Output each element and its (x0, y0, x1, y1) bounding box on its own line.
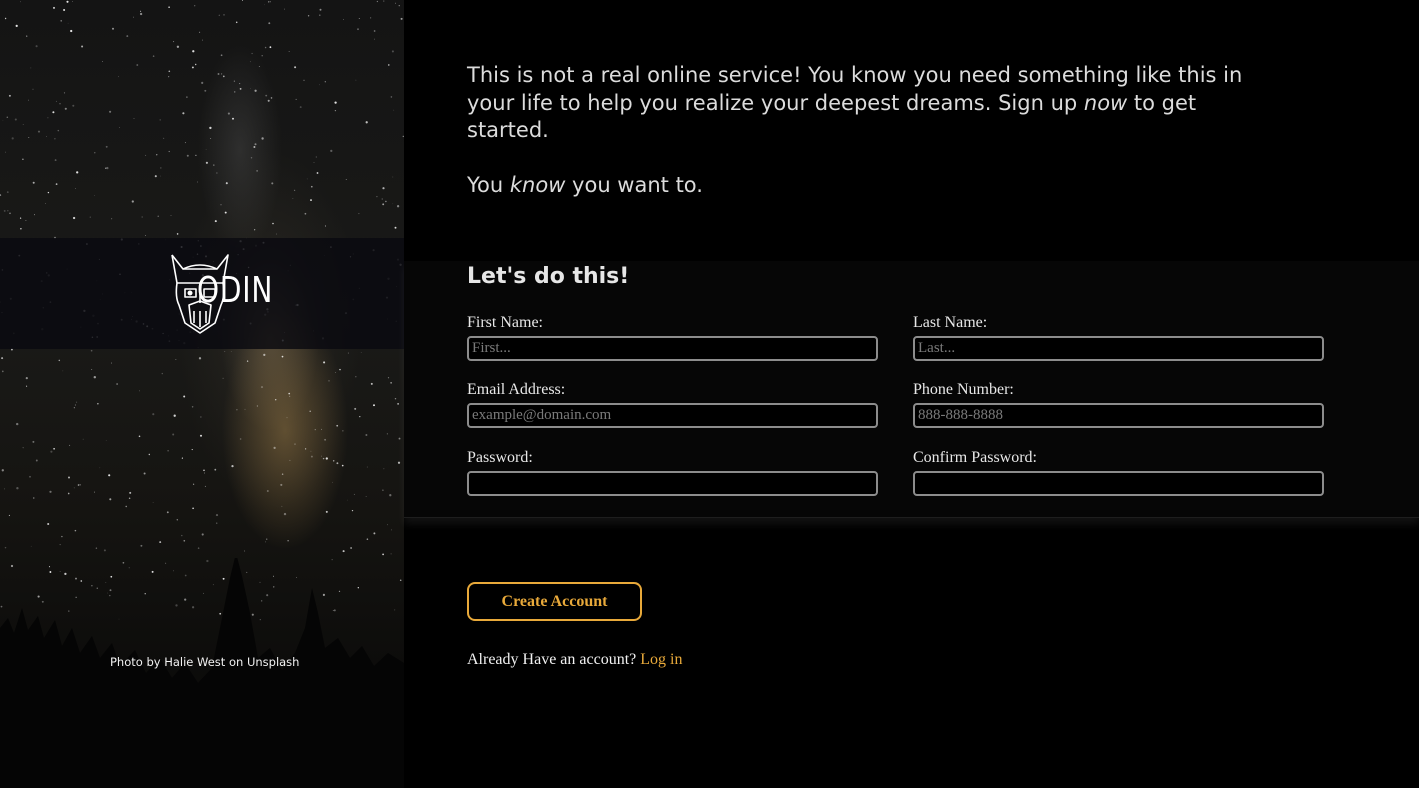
last-name-label: Last Name: (913, 314, 988, 331)
emphasis-know: know (509, 172, 566, 197)
form-title: Let's do this! (467, 264, 630, 289)
first-name-label: First Name: (467, 314, 543, 331)
email-field[interactable] (467, 403, 878, 428)
login-prompt: Already Have an account? Log in (467, 651, 682, 669)
last-name-group: Last Name: (913, 314, 1324, 361)
password-group: Password: (467, 449, 878, 496)
brand-name: ODIN (197, 270, 274, 311)
phone-label: Phone Number: (913, 381, 1014, 398)
intro-text: This is not a real online service! You k… (467, 62, 1277, 199)
tree-silhouettes (0, 558, 404, 788)
intro-paragraph-2: You know you want to. (467, 172, 703, 197)
login-prompt-text: Already Have an account? (467, 651, 637, 668)
password-field[interactable] (467, 471, 878, 496)
last-name-field[interactable] (913, 336, 1324, 361)
email-group: Email Address: (467, 381, 878, 428)
phone-field[interactable] (913, 403, 1324, 428)
phone-group: Phone Number: (913, 381, 1324, 428)
create-account-button[interactable]: Create Account (467, 582, 642, 621)
password-label: Password: (467, 449, 533, 466)
first-name-field[interactable] (467, 336, 878, 361)
confirm-password-label: Confirm Password: (913, 449, 1037, 466)
hero-image-panel: ODIN Photo by Halie West on Unsplash (0, 0, 404, 788)
email-label: Email Address: (467, 381, 566, 398)
emphasis-now: now (1083, 90, 1128, 115)
photo-credit: Photo by Halie West on Unsplash (110, 655, 300, 669)
login-link[interactable]: Log in (640, 651, 682, 668)
confirm-password-field[interactable] (913, 471, 1324, 496)
first-name-group: First Name: (467, 314, 878, 361)
intro-paragraph-1: This is not a real online service! You k… (467, 63, 1243, 142)
confirm-password-group: Confirm Password: (913, 449, 1324, 496)
